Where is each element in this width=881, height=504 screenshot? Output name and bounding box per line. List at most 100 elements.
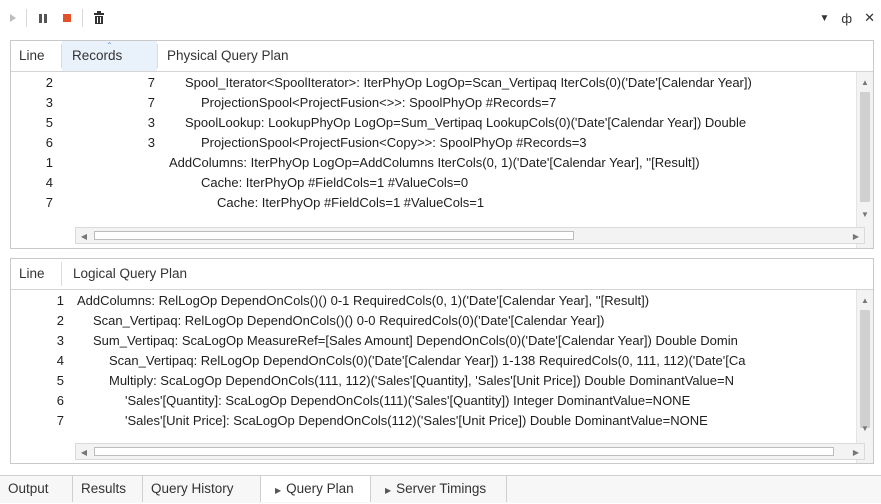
physical-plan-operator: Spool_Iterator<SpoolIterator>: IterPhyOp… (185, 75, 752, 90)
physical-plan-operator: AddColumns: IterPhyOp LogOp=AddColumns I… (169, 155, 700, 170)
play-button[interactable] (4, 8, 22, 28)
line-number: 4 (45, 175, 53, 190)
trash-icon (94, 11, 104, 24)
logical-plan-operator: 'Sales'[Unit Price]: ScaLogOp DependOnCo… (125, 413, 708, 428)
line-number: 1 (45, 155, 53, 170)
physical-plan-rows: 2 7 Spool_Iterator<SpoolIterator>: IterPhy… (11, 73, 855, 220)
column-header-physical-plan[interactable]: Physical Query Plan (167, 41, 289, 71)
physical-plan-row[interactable]: 1 AddColumns: IterPhyOp LogOp=AddColumns … (11, 153, 855, 173)
logical-plan-operator: Scan_Vertipaq: RelLogOp DependOnCols(0)(… (109, 353, 746, 368)
line-number: 6 (56, 393, 64, 408)
physical-plan-operator: Cache: IterPhyOp #FieldCols=1 #ValueCols… (217, 195, 485, 210)
tab-arrow-icon: ▶ (275, 486, 282, 495)
scroll-down-icon[interactable]: ▼ (857, 206, 873, 222)
column-header-line[interactable]: Line (19, 41, 45, 71)
scroll-up-icon[interactable]: ▲ (857, 74, 873, 90)
line-number: 7 (45, 195, 53, 210)
line-number: 2 (45, 75, 53, 90)
line-number: 5 (56, 373, 64, 388)
physical-plan-operator: ProjectionSpool<ProjectFusion<>>: SpoolP… (201, 95, 557, 110)
column-header-logical-plan[interactable]: Logical Query Plan (73, 259, 187, 289)
tab-query-plan[interactable]: ▶ Query Plan (261, 476, 371, 502)
horizontal-scroll-thumb[interactable] (94, 447, 834, 456)
record-count: 7 (147, 75, 155, 90)
line-number: 4 (56, 353, 64, 368)
scroll-right-icon[interactable]: ▶ (848, 228, 864, 244)
scroll-down-icon[interactable]: ▼ (857, 420, 873, 436)
close-icon[interactable]: ✕ (864, 10, 875, 26)
logical-plan-row[interactable]: 6 'Sales'[Quantity]: ScaLogOp DependOnCol… (11, 391, 855, 411)
physical-plan-row[interactable]: 4 Cache: IterPhyOp #FieldCols=1 #ValueCol… (11, 173, 855, 193)
logical-query-plan-pane: Line Logical Query Plan 1 AddColumns: Rel… (10, 258, 874, 464)
pin-icon[interactable]: ф (841, 11, 852, 26)
horizontal-scroll-thumb[interactable] (94, 231, 574, 240)
column-header-line[interactable]: Line (19, 259, 45, 289)
physical-plan-operator: SpoolLookup: LookupPhyOp LogOp=Sum_Verti… (185, 115, 747, 130)
tab-results[interactable]: Results (73, 476, 143, 502)
logical-plan-rows: 1 AddColumns: RelLogOp DependOnCols()() 0… (11, 291, 855, 437)
logical-plan-operator: Scan_Vertipaq: RelLogOp DependOnCols()()… (93, 313, 605, 328)
line-number: 3 (45, 95, 53, 110)
line-number: 2 (56, 313, 64, 328)
stop-button[interactable] (58, 8, 76, 28)
logical-plan-operator: Sum_Vertipaq: ScaLogOp MeasureRef=[Sales… (93, 333, 738, 348)
scroll-left-icon[interactable]: ◀ (76, 444, 92, 460)
scroll-right-icon[interactable]: ▶ (848, 444, 864, 460)
physical-plan-row[interactable]: 7 Cache: IterPhyOp #FieldCols=1 #ValueCol… (11, 193, 855, 213)
logical-plan-row[interactable]: 1 AddColumns: RelLogOp DependOnCols()() 0… (11, 291, 855, 311)
logical-plan-row[interactable]: 3 Sum_Vertipaq: ScaLogOp MeasureRef=[Sale… (11, 331, 855, 351)
line-number: 6 (45, 135, 53, 150)
record-count: 3 (147, 115, 155, 130)
tab-arrow-icon: ▶ (385, 486, 392, 495)
column-header-records[interactable]: Records ⌃ (62, 41, 157, 71)
logical-plan-operator: AddColumns: RelLogOp DependOnCols()() 0-… (77, 293, 650, 308)
scroll-left-icon[interactable]: ◀ (76, 228, 92, 244)
vertical-scroll-thumb[interactable] (860, 310, 870, 428)
pause-icon (39, 14, 47, 23)
line-number: 5 (45, 115, 53, 130)
tab-label: Results (81, 481, 127, 496)
physical-plan-vertical-scrollbar[interactable]: ▲ ▼ (856, 72, 873, 248)
tab-output[interactable]: Output (0, 476, 73, 502)
physical-plan-operator: ProjectionSpool<ProjectFusion<Copy>>: Sp… (201, 135, 587, 150)
record-count: 3 (147, 135, 155, 150)
column-header-records-label: Records (72, 48, 123, 63)
physical-query-plan-pane: Line Records ⌃ Physical Query Plan 2 7 Spo… (10, 40, 874, 249)
line-number: 7 (56, 413, 64, 428)
pause-button[interactable] (34, 8, 52, 28)
sort-indicator-icon: ⌃ (106, 41, 113, 50)
logical-plan-row[interactable]: 7 'Sales'[Unit Price]: ScaLogOp DependOnC… (11, 411, 855, 431)
logical-plan-operator: Multiply: ScaLogOp DependOnCols(111, 112… (109, 373, 734, 388)
logical-plan-row[interactable]: 5 Multiply: ScaLogOp DependOnCols(111, 11… (11, 371, 855, 391)
physical-plan-row[interactable]: 3 7 ProjectionSpool<ProjectFusion<>>: Spoo… (11, 93, 855, 113)
physical-plan-row[interactable]: 5 3 SpoolLookup: LookupPhyOp LogOp=Sum_Ver… (11, 113, 855, 133)
tab-label: Output (8, 481, 49, 496)
toolbar: ▼ ф ✕ (0, 0, 881, 38)
window-controls: ▼ ф ✕ (819, 8, 875, 28)
clear-button[interactable] (90, 8, 108, 28)
logical-plan-operator: 'Sales'[Quantity]: ScaLogOp DependOnCols… (125, 393, 691, 408)
physical-plan-header: Line Records ⌃ Physical Query Plan (11, 41, 873, 72)
tab-label: Query Plan (286, 481, 354, 496)
physical-plan-row[interactable]: 6 3 ProjectionSpool<ProjectFusion<Copy>>: … (11, 133, 855, 153)
tab-label: Server Timings (396, 481, 487, 496)
bottom-tab-bar: Output Results Query History ▶ Query Plan… (0, 475, 881, 503)
record-count: 7 (147, 95, 155, 110)
logical-plan-row[interactable]: 4 Scan_Vertipaq: RelLogOp DependOnCols(0)… (11, 351, 855, 371)
play-icon (10, 14, 16, 22)
line-number: 3 (56, 333, 64, 348)
tab-server-timings[interactable]: ▶ Server Timings (371, 476, 507, 502)
physical-plan-row[interactable]: 2 7 Spool_Iterator<SpoolIterator>: IterPhy… (11, 73, 855, 93)
tab-label: Query History (151, 481, 234, 496)
scroll-up-icon[interactable]: ▲ (857, 292, 873, 308)
logical-plan-horizontal-scrollbar[interactable]: ◀ ▶ (75, 443, 865, 460)
logical-plan-row[interactable]: 2 Scan_Vertipaq: RelLogOp DependOnCols()(… (11, 311, 855, 331)
tab-query-history[interactable]: Query History (143, 476, 261, 502)
physical-plan-horizontal-scrollbar[interactable]: ◀ ▶ (75, 227, 865, 244)
vertical-scroll-thumb[interactable] (860, 92, 870, 202)
stop-icon (63, 14, 71, 22)
logical-plan-header: Line Logical Query Plan (11, 259, 873, 290)
physical-plan-operator: Cache: IterPhyOp #FieldCols=1 #ValueCols… (201, 175, 469, 190)
window-menu-icon[interactable]: ▼ (819, 13, 829, 24)
logical-plan-vertical-scrollbar[interactable]: ▲ ▼ (856, 290, 873, 463)
